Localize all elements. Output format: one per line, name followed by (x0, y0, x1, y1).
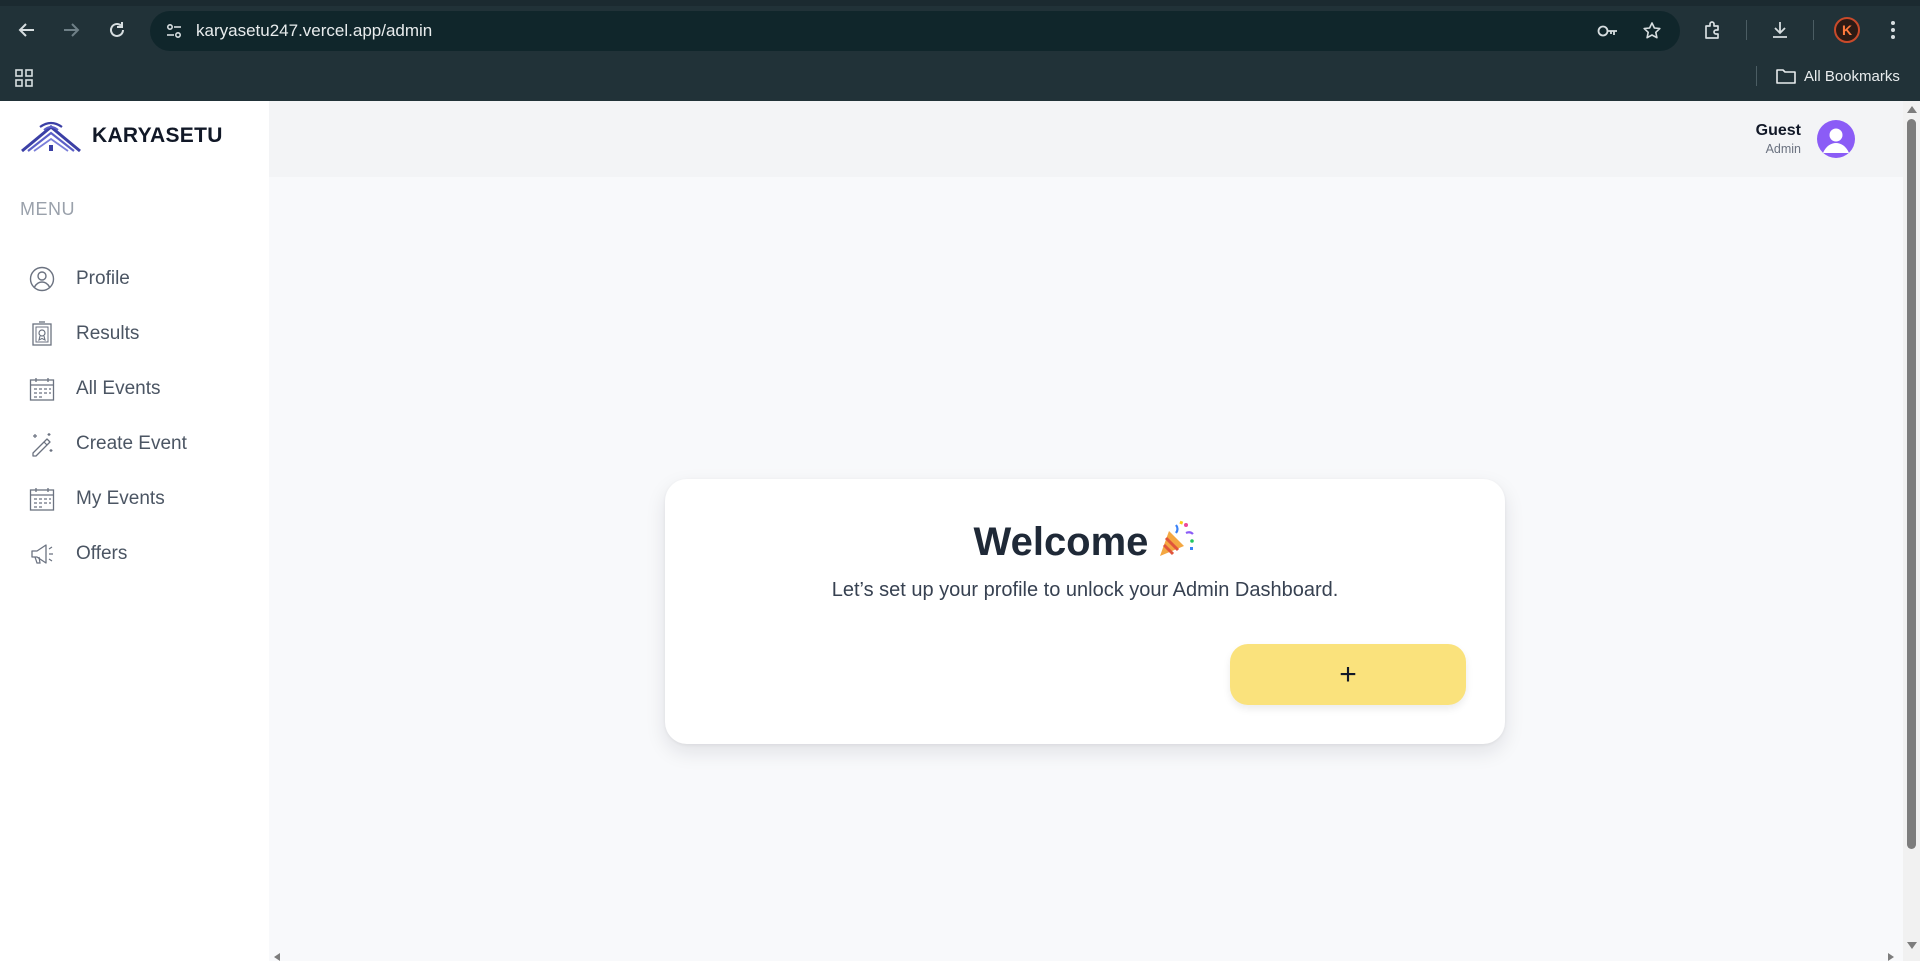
user-avatar-icon (1823, 128, 1849, 153)
toolbar-divider (1746, 20, 1747, 40)
sidebar-item-label: Results (76, 322, 140, 344)
url-text[interactable]: karyasetu247.vercel.app/admin (196, 21, 432, 41)
user-role: Admin (1765, 142, 1801, 156)
megaphone-icon (28, 540, 56, 568)
brand-name: KARYASETU (92, 124, 223, 147)
download-icon[interactable] (1764, 14, 1796, 46)
site-settings-icon[interactable] (162, 19, 186, 43)
calendar-icon (28, 375, 56, 403)
more-menu-icon[interactable] (1877, 14, 1909, 46)
avatar[interactable] (1817, 120, 1855, 158)
add-profile-button[interactable]: + (1230, 644, 1466, 705)
welcome-subtitle: Let’s set up your profile to unlock your… (831, 579, 1339, 601)
calendar-icon (28, 485, 56, 513)
sidebar-item-label: My Events (76, 487, 165, 509)
top-header: Guest Admin (269, 101, 1903, 177)
sidebar: KARYASETU MENU Profile Results All Event… (0, 101, 269, 961)
user-name: Guest (1755, 122, 1801, 139)
welcome-title: Welcome (665, 519, 1505, 565)
sidebar-item-label: Create Event (76, 432, 187, 454)
user-circle-icon (28, 265, 56, 293)
scroll-right-arrow[interactable] (1888, 953, 1894, 961)
sidebar-item-offers[interactable]: Offers (28, 526, 258, 581)
welcome-title-text: Welcome (973, 520, 1149, 564)
scroll-down-arrow[interactable] (1907, 942, 1917, 949)
back-button[interactable] (11, 14, 43, 46)
sidebar-item-label: All Events (76, 377, 161, 399)
folder-icon (1776, 69, 1796, 84)
all-bookmarks-label: All Bookmarks (1804, 67, 1900, 85)
sidebar-item-label: Profile (76, 267, 130, 289)
all-bookmarks-button[interactable]: All Bookmarks (1776, 64, 1900, 88)
party-popper-icon (1160, 520, 1195, 556)
arrow-left-icon (18, 23, 34, 37)
scroll-thumb[interactable] (1907, 119, 1916, 849)
magic-pen-icon (28, 430, 56, 458)
sidebar-menu: Profile Results All Events Create Event (28, 251, 258, 581)
arrow-right-icon (64, 23, 80, 37)
sidebar-item-label: Offers (76, 542, 128, 564)
bookmarks-divider (1756, 66, 1757, 86)
page-viewport: KARYASETU MENU Profile Results All Event… (0, 101, 1920, 961)
reload-icon (110, 22, 124, 37)
toolbar-divider (1813, 20, 1814, 40)
bookmarks-bar (0, 61, 1920, 101)
browser-profile-avatar[interactable]: K (1834, 17, 1860, 43)
sidebar-item-profile[interactable]: Profile (28, 251, 258, 306)
sidebar-item-create-event[interactable]: Create Event (28, 416, 258, 471)
scroll-up-arrow[interactable] (1907, 106, 1917, 113)
menu-heading: MENU (20, 199, 75, 219)
brand-logo[interactable]: KARYASETU (20, 119, 223, 153)
sidebar-item-my-events[interactable]: My Events (28, 471, 258, 526)
user-info[interactable]: Guest Admin (1756, 122, 1801, 156)
sidebar-item-results[interactable]: Results (28, 306, 258, 361)
tab-strip (0, 0, 1920, 6)
password-key-icon[interactable] (1596, 19, 1620, 43)
reload-button[interactable] (101, 14, 133, 46)
extensions-icon[interactable] (1697, 14, 1729, 46)
forward-button[interactable] (55, 14, 87, 46)
vertical-scrollbar[interactable] (1903, 101, 1920, 961)
address-bar[interactable]: karyasetu247.vercel.app/admin (150, 11, 1680, 51)
apps-grid-icon[interactable] (12, 66, 36, 90)
certificate-icon (28, 320, 56, 348)
welcome-card: Welcome Let’s set up your profile to unl… (665, 479, 1505, 744)
scroll-left-arrow[interactable] (274, 953, 280, 961)
sidebar-item-all-events[interactable]: All Events (28, 361, 258, 416)
bookmark-star-icon[interactable] (1640, 19, 1664, 43)
karyasetu-logo-icon (21, 121, 81, 153)
